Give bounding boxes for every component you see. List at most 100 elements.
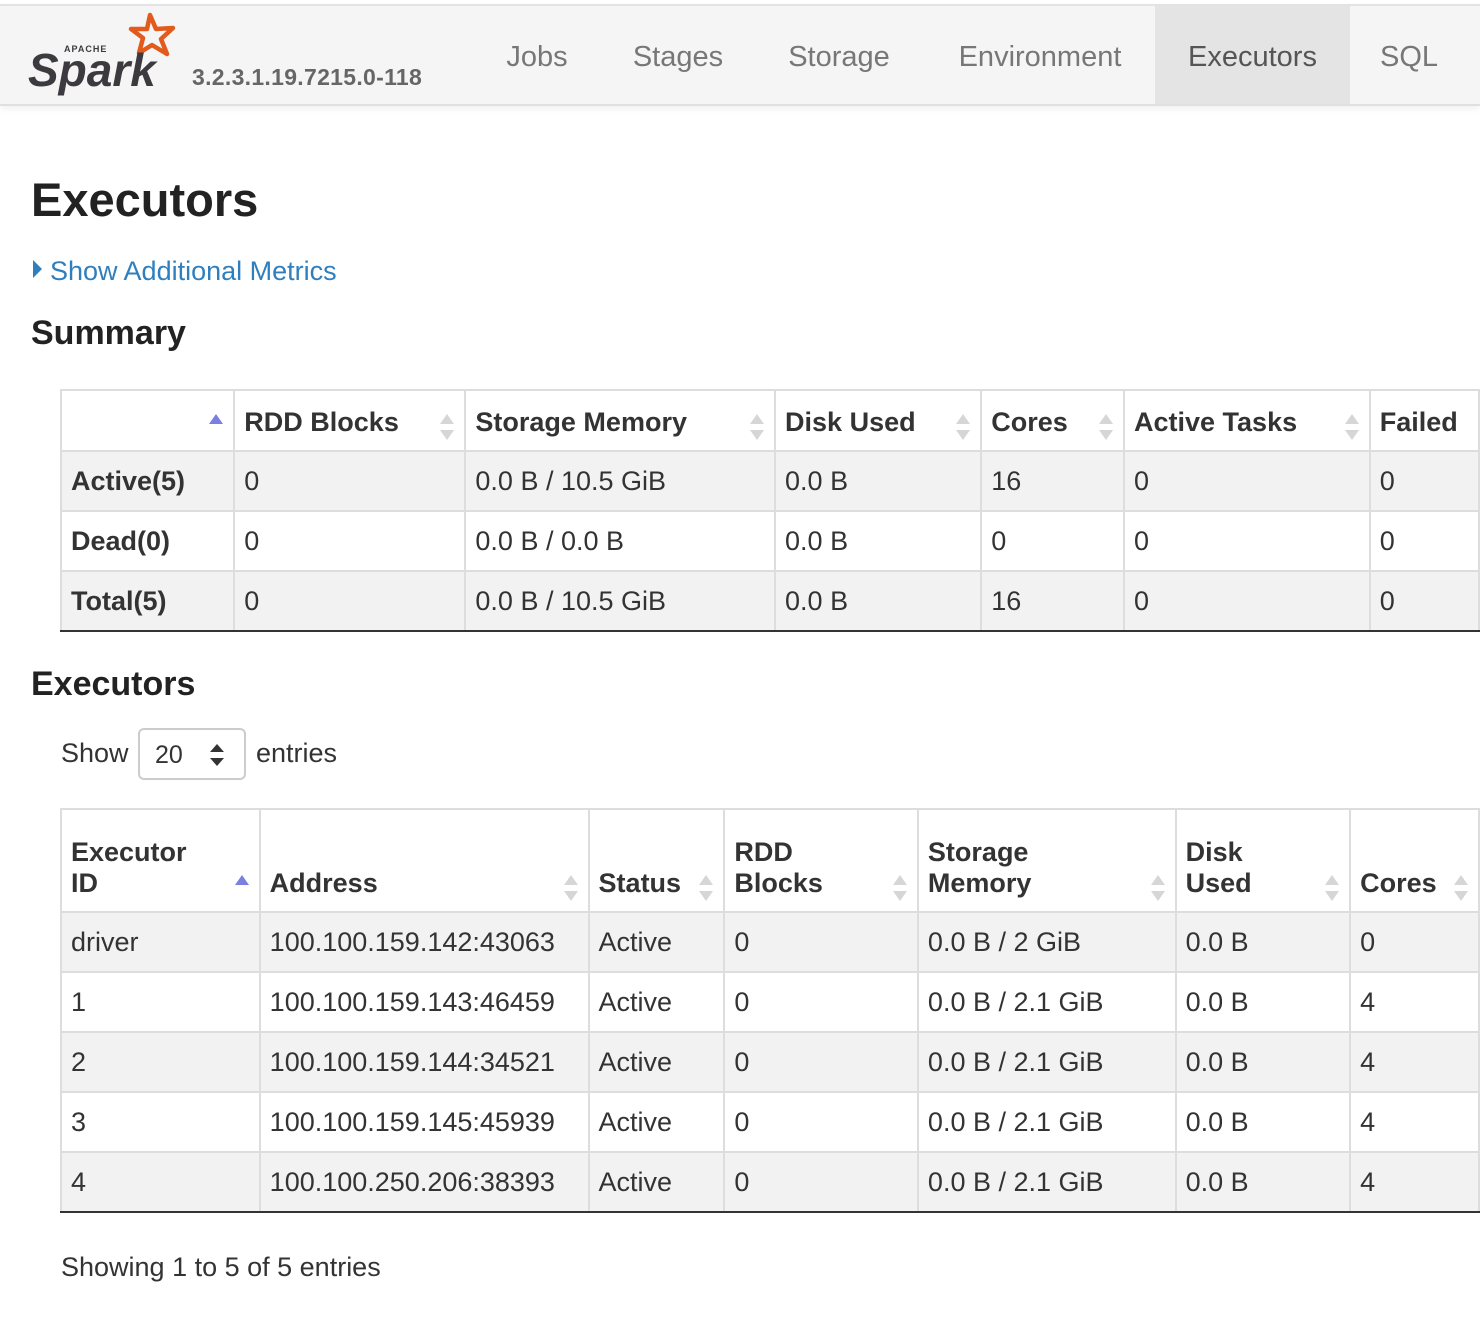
- table-cell: 2: [60, 1031, 261, 1093]
- spark-logo-graphic: APACHE Spark: [28, 12, 176, 96]
- show-additional-metrics-label: Show Additional Metrics: [50, 256, 337, 286]
- table-cell: driver: [60, 911, 261, 973]
- table-row: 3 100.100.159.145:45939 Active 0 0.0 B /…: [60, 1091, 1480, 1153]
- sort-icon: [699, 875, 714, 901]
- summary-row-label: Total(5): [59, 570, 236, 632]
- table-cell: 0.0 B: [1174, 1151, 1352, 1213]
- table-cell: 0.0 B: [1174, 1031, 1352, 1093]
- sort-icon: [1099, 414, 1114, 440]
- table-row: 2 100.100.159.144:34521 Active 0 0.0 B /…: [60, 1031, 1480, 1093]
- col-rdd-blocks[interactable]: RDD Blocks: [723, 808, 919, 913]
- col-executor-id[interactable]: Executor ID: [60, 808, 261, 913]
- table-cell: 0.0 B: [774, 450, 983, 512]
- table-cell: 4: [1349, 1151, 1480, 1213]
- table-cell: 0: [1123, 510, 1371, 572]
- col-status[interactable]: Status: [587, 808, 726, 913]
- table-cell: 0.0 B / 10.5 GiB: [464, 450, 777, 512]
- sort-icon: [1325, 875, 1340, 901]
- table-cell: 0: [233, 510, 467, 572]
- spark-logo-text: Spark: [28, 44, 158, 96]
- table-cell: 0.0 B / 10.5 GiB: [464, 570, 777, 632]
- table-cell: 0: [1123, 570, 1371, 632]
- sort-icon: [1344, 414, 1359, 440]
- table-cell: 0: [1368, 510, 1480, 572]
- table-cell: Active: [587, 911, 726, 973]
- summary-col-disk-used[interactable]: Disk Used: [774, 389, 983, 452]
- table-cell: 0.0 B: [774, 570, 983, 632]
- table-cell: 16: [980, 450, 1126, 512]
- table-cell: 0: [723, 1031, 919, 1093]
- tab-storage[interactable]: Storage: [770, 6, 908, 104]
- sort-icon: [563, 875, 578, 901]
- table-cell: 3: [60, 1091, 261, 1153]
- summary-row-label: Dead(0): [59, 510, 236, 572]
- summary-col-failed[interactable]: Failed: [1368, 389, 1480, 452]
- table-cell: 4: [60, 1151, 261, 1213]
- table-cell: 16: [980, 570, 1126, 632]
- col-address[interactable]: Address: [258, 808, 590, 913]
- table-cell: Active: [587, 971, 726, 1033]
- tab-stages[interactable]: Stages: [616, 6, 740, 104]
- table-cell: 0.0 B / 2.1 GiB: [916, 971, 1177, 1033]
- col-storage-memory[interactable]: Storage Memory: [916, 808, 1177, 913]
- table-cell: 100.100.159.143:46459: [258, 971, 590, 1033]
- table-row: 4 100.100.250.206:38393 Active 0 0.0 B /…: [60, 1151, 1480, 1213]
- page-size-value: 20: [155, 741, 183, 769]
- table-cell: 4: [1349, 1031, 1480, 1093]
- summary-col-cores[interactable]: Cores: [980, 389, 1126, 452]
- table-cell: 0.0 B / 0.0 B: [464, 510, 777, 572]
- executors-table: Executor ID Address Status RDD Blocks Stor…: [60, 808, 1480, 1213]
- executors-heading: Executors: [31, 665, 196, 703]
- spark-logo[interactable]: APACHE Spark: [28, 12, 188, 100]
- table-cell: 0.0 B / 2.1 GiB: [916, 1091, 1177, 1153]
- sort-icon: [1454, 875, 1468, 901]
- page-title: Executors: [31, 173, 259, 226]
- summary-row-label: Active(5): [59, 450, 236, 512]
- table-cell: 0: [1349, 911, 1480, 973]
- table-cell: 0.0 B: [774, 510, 983, 572]
- table-row: Total(5) 0 0.0 B / 10.5 GiB 0.0 B 16 0 0: [59, 570, 1480, 632]
- sort-icon: [956, 414, 971, 440]
- table-cell: 0: [980, 510, 1126, 572]
- summary-col-active-tasks[interactable]: Active Tasks: [1123, 389, 1371, 452]
- sort-icon: [440, 414, 455, 440]
- table-cell: 100.100.250.206:38393: [258, 1151, 590, 1213]
- summary-col-rdd-blocks[interactable]: RDD Blocks: [233, 389, 467, 452]
- summary-col-header[interactable]: [59, 389, 236, 452]
- tab-environment[interactable]: Environment: [940, 6, 1140, 104]
- table-cell: Active: [587, 1151, 726, 1213]
- sort-icon: [1150, 875, 1165, 901]
- table-cell: 100.100.159.142:43063: [258, 911, 590, 973]
- table-cell: 0.0 B / 2.1 GiB: [916, 1031, 1177, 1093]
- summary-heading: Summary: [31, 314, 186, 352]
- table-cell: Active: [587, 1031, 726, 1093]
- page-size-select[interactable]: 20: [138, 728, 246, 780]
- table-cell: 4: [1349, 1091, 1480, 1153]
- table-cell: 0.0 B / 2.1 GiB: [916, 1151, 1177, 1213]
- table-row: Active(5) 0 0.0 B / 10.5 GiB 0.0 B 16 0 …: [59, 450, 1480, 512]
- table-cell: 0: [1368, 570, 1480, 632]
- select-arrows-icon: [210, 744, 224, 766]
- table-cell: 0: [723, 1091, 919, 1153]
- table-cell: Active: [587, 1091, 726, 1153]
- table-row: driver 100.100.159.142:43063 Active 0 0.…: [60, 911, 1480, 973]
- sort-asc-icon: [209, 414, 224, 440]
- sort-asc-icon: [234, 875, 249, 901]
- col-cores[interactable]: Cores: [1349, 808, 1480, 913]
- table-cell: 0.0 B / 2 GiB: [916, 911, 1177, 973]
- table-cell: 4: [1349, 971, 1480, 1033]
- table-cell: 0: [233, 570, 467, 632]
- caret-right-icon: [33, 260, 42, 278]
- col-disk-used[interactable]: Disk Used: [1174, 808, 1352, 913]
- table-cell: 1: [60, 971, 261, 1033]
- show-additional-metrics-link[interactable]: Show Additional Metrics: [33, 256, 337, 287]
- tab-sql[interactable]: SQL: [1365, 6, 1453, 104]
- table-row: 1 100.100.159.143:46459 Active 0 0.0 B /…: [60, 971, 1480, 1033]
- tab-executors[interactable]: Executors: [1155, 6, 1350, 104]
- table-cell: 0.0 B: [1174, 971, 1352, 1033]
- tab-jobs[interactable]: Jobs: [488, 6, 586, 104]
- table-cell: 0: [1368, 450, 1480, 512]
- entries-label: entries: [256, 738, 338, 768]
- spark-version: 3.2.3.1.19.7215.0-118: [192, 64, 423, 90]
- summary-col-storage-memory[interactable]: Storage Memory: [464, 389, 777, 452]
